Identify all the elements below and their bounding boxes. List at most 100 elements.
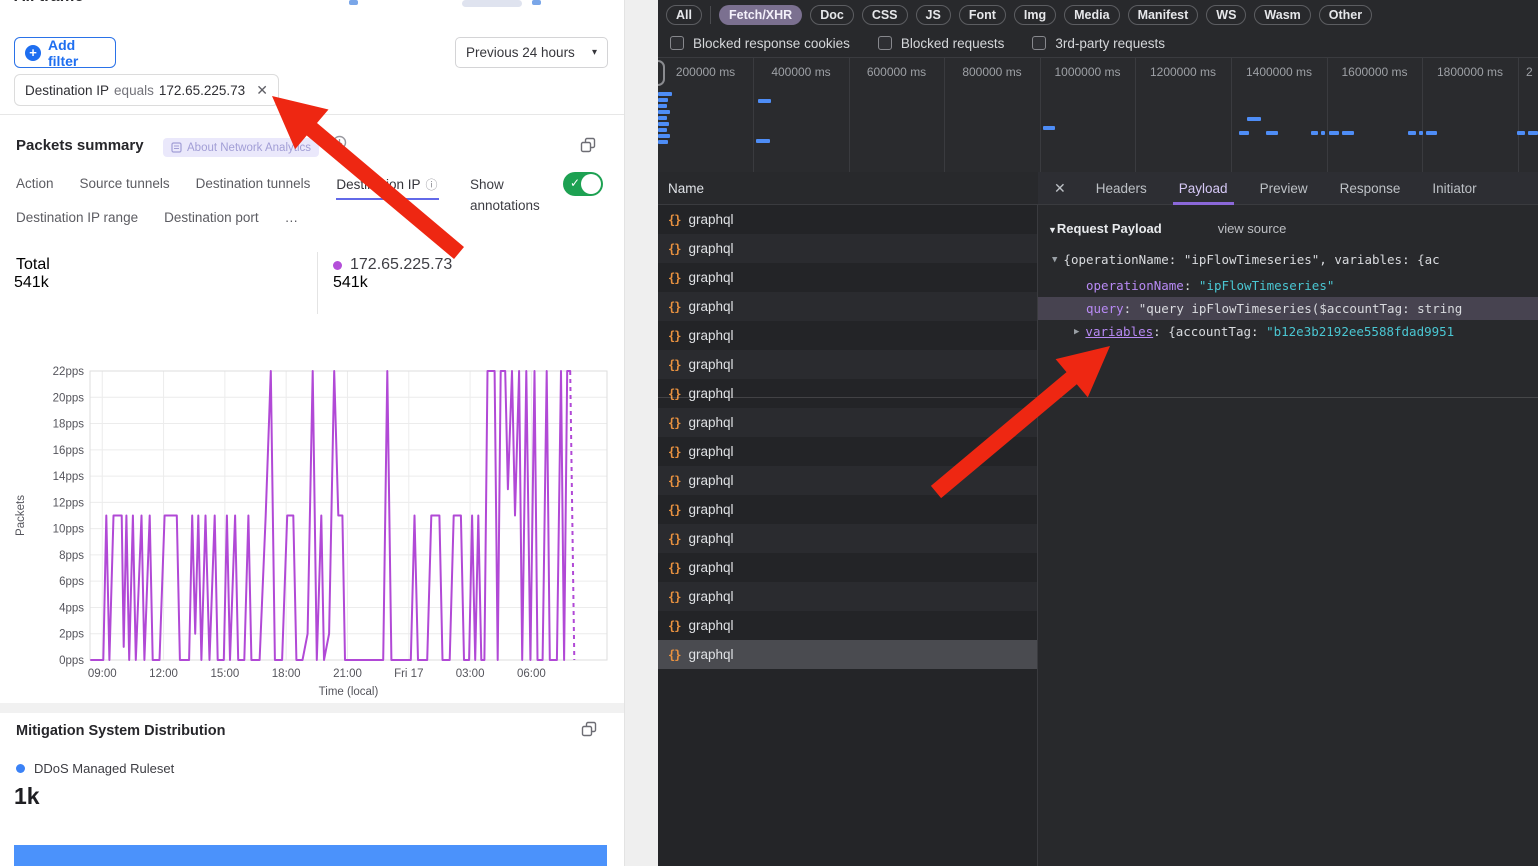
resource-chip-js[interactable]: JS bbox=[916, 5, 951, 25]
packets-line-chart: 0pps2pps4pps6pps8pps10pps12pps14pps16pps… bbox=[0, 340, 624, 700]
payload-line[interactable]: operationName: "ipFlowTimeseries" bbox=[1038, 274, 1538, 297]
x-tick-label: 18:00 bbox=[272, 668, 301, 680]
y-tick-label: 16pps bbox=[53, 445, 85, 457]
tab-action[interactable]: Action bbox=[16, 176, 54, 200]
payload-line[interactable]: ▼{operationName: "ipFlowTimeseries", var… bbox=[1038, 248, 1538, 271]
table-row[interactable]: {}graphql bbox=[658, 234, 1037, 263]
tab-preview[interactable]: Preview bbox=[1244, 172, 1324, 205]
resource-chip-all[interactable]: All bbox=[666, 5, 702, 25]
add-filter-button[interactable]: + Add filter bbox=[14, 37, 116, 68]
table-row[interactable]: {}graphql bbox=[658, 321, 1037, 350]
expand-icon[interactable]: ▶ bbox=[1074, 327, 1079, 337]
payload-key: operationName bbox=[1086, 278, 1184, 293]
tab-headers[interactable]: Headers bbox=[1080, 172, 1163, 205]
requests-list-panel: Name {}graphql{}graphql{}graphql{}graphq… bbox=[658, 172, 1038, 866]
timeline-request-mark bbox=[1321, 131, 1325, 135]
expand-card-icon[interactable] bbox=[580, 137, 596, 153]
table-row[interactable]: {}graphql bbox=[658, 524, 1037, 553]
name-column-header[interactable]: Name bbox=[658, 172, 1038, 205]
tab-source-tunnels[interactable]: Source tunnels bbox=[80, 176, 170, 200]
expand-card-icon[interactable] bbox=[581, 721, 597, 737]
checkbox-3rd-party-requests[interactable]: 3rd-party requests bbox=[1032, 36, 1165, 51]
resource-chip-doc[interactable]: Doc bbox=[810, 5, 854, 25]
table-row[interactable]: {}graphql bbox=[658, 495, 1037, 524]
tab-destination-port[interactable]: Destination port bbox=[164, 210, 259, 232]
timeline-request-mark bbox=[1329, 131, 1339, 135]
tab-destination-tunnels[interactable]: Destination tunnels bbox=[196, 176, 311, 200]
devtools-panel: All Fetch/XHR Doc CSS JS Font Img Media Manifest… bbox=[658, 0, 1538, 866]
timeline-tick-label: 1000000 ms bbox=[1054, 65, 1120, 79]
collapse-icon[interactable]: ▼ bbox=[1048, 225, 1057, 235]
payload-line[interactable]: ▶variables: {accountTag: "b12e3b2192ee55… bbox=[1038, 320, 1538, 343]
resource-chip-media[interactable]: Media bbox=[1064, 5, 1119, 25]
timeline-request-mark bbox=[658, 92, 672, 96]
resource-chip-fetchxhr[interactable]: Fetch/XHR bbox=[719, 5, 802, 25]
table-row[interactable]: {}graphql bbox=[658, 437, 1037, 466]
page-title: All traffic bbox=[14, 0, 83, 6]
timeline-handle[interactable] bbox=[658, 60, 665, 86]
view-source-link[interactable]: view source bbox=[1218, 221, 1287, 236]
resource-chip-manifest[interactable]: Manifest bbox=[1128, 5, 1199, 25]
analytics-panel: All traffic + Add filter Destination IP … bbox=[0, 0, 625, 866]
timeline-tick-label: 800000 ms bbox=[962, 65, 1021, 79]
json-icon: {} bbox=[668, 445, 680, 459]
checkbox-box[interactable] bbox=[670, 36, 684, 50]
table-row[interactable]: {}graphql bbox=[658, 292, 1037, 321]
table-row[interactable]: {}graphql bbox=[658, 466, 1037, 495]
tab-payload[interactable]: Payload bbox=[1163, 172, 1244, 205]
resource-chip-font[interactable]: Font bbox=[959, 5, 1006, 25]
time-range-dropdown[interactable]: Previous 24 hours ▾ bbox=[455, 37, 608, 68]
timeline-request-mark bbox=[1426, 131, 1437, 135]
checkbox-box[interactable] bbox=[1032, 36, 1046, 50]
timeline-gridline bbox=[1135, 58, 1136, 172]
timeline-gridline bbox=[753, 58, 754, 172]
tab-response[interactable]: Response bbox=[1324, 172, 1417, 205]
table-row[interactable]: {} graphql bbox=[658, 379, 1037, 408]
table-row[interactable]: {}graphql bbox=[658, 350, 1037, 379]
tab-destination-ip[interactable]: Destination IPⓘ bbox=[336, 176, 437, 200]
table-row[interactable]: {}graphql bbox=[658, 263, 1037, 292]
payload-header: ▼Request Payload view source bbox=[1048, 221, 1286, 236]
table-row[interactable]: {}graphql bbox=[658, 553, 1037, 582]
close-icon[interactable]: ✕ bbox=[1038, 180, 1080, 197]
table-row[interactable]: {}graphql bbox=[658, 205, 1037, 234]
checkbox-blocked-requests[interactable]: Blocked requests bbox=[878, 36, 1005, 51]
timeline-request-mark bbox=[1419, 131, 1423, 135]
json-icon: {} bbox=[668, 242, 680, 256]
book-icon bbox=[171, 142, 182, 153]
check-icon: ✓ bbox=[570, 176, 580, 190]
collapse-icon[interactable]: ▼ bbox=[1052, 255, 1057, 265]
clock-icon bbox=[332, 135, 347, 150]
tab-initiator[interactable]: Initiator bbox=[1416, 172, 1492, 205]
resource-chip-img[interactable]: Img bbox=[1014, 5, 1056, 25]
timeline-gridline bbox=[1518, 58, 1519, 172]
network-overview-timeline[interactable]: 200000 ms400000 ms600000 ms800000 ms1000… bbox=[658, 58, 1538, 173]
divider bbox=[658, 397, 1538, 398]
resource-chip-css[interactable]: CSS bbox=[862, 5, 908, 25]
table-row[interactable]: {}graphql bbox=[658, 640, 1037, 669]
series-line-dashed bbox=[570, 371, 574, 660]
table-row[interactable]: {}graphql bbox=[658, 582, 1037, 611]
checkbox-box[interactable] bbox=[878, 36, 892, 50]
checkbox-label: Blocked requests bbox=[901, 36, 1005, 51]
resource-chip-other[interactable]: Other bbox=[1319, 5, 1372, 25]
remove-filter-icon[interactable]: ✕ bbox=[256, 82, 268, 99]
filter-chip[interactable]: Destination IP equals 172.65.225.73 ✕ bbox=[14, 74, 279, 106]
x-tick-label: 09:00 bbox=[88, 668, 117, 680]
table-row[interactable]: {}graphql bbox=[658, 408, 1037, 437]
about-network-analytics-badge[interactable]: About Network Analytics bbox=[163, 138, 319, 157]
resource-chip-ws[interactable]: WS bbox=[1206, 5, 1246, 25]
table-row[interactable]: {}graphql bbox=[658, 611, 1037, 640]
show-annotations-toggle[interactable]: ✓ bbox=[563, 172, 603, 196]
request-name: graphql bbox=[688, 618, 733, 633]
checkbox-blocked-response-cookies[interactable]: Blocked response cookies bbox=[670, 36, 850, 51]
payload-line[interactable]: query: "query ipFlowTimeseries($accountT… bbox=[1038, 297, 1538, 320]
tab--[interactable]: … bbox=[285, 210, 299, 232]
checkbox-label: 3rd-party requests bbox=[1055, 36, 1165, 51]
timeline-request-mark bbox=[758, 99, 771, 103]
y-tick-label: 0pps bbox=[59, 655, 84, 667]
resource-chip-wasm[interactable]: Wasm bbox=[1254, 5, 1310, 25]
tab-destination-ip-range[interactable]: Destination IP range bbox=[16, 210, 138, 232]
json-icon: {} bbox=[668, 387, 680, 401]
request-name: graphql bbox=[688, 386, 733, 401]
